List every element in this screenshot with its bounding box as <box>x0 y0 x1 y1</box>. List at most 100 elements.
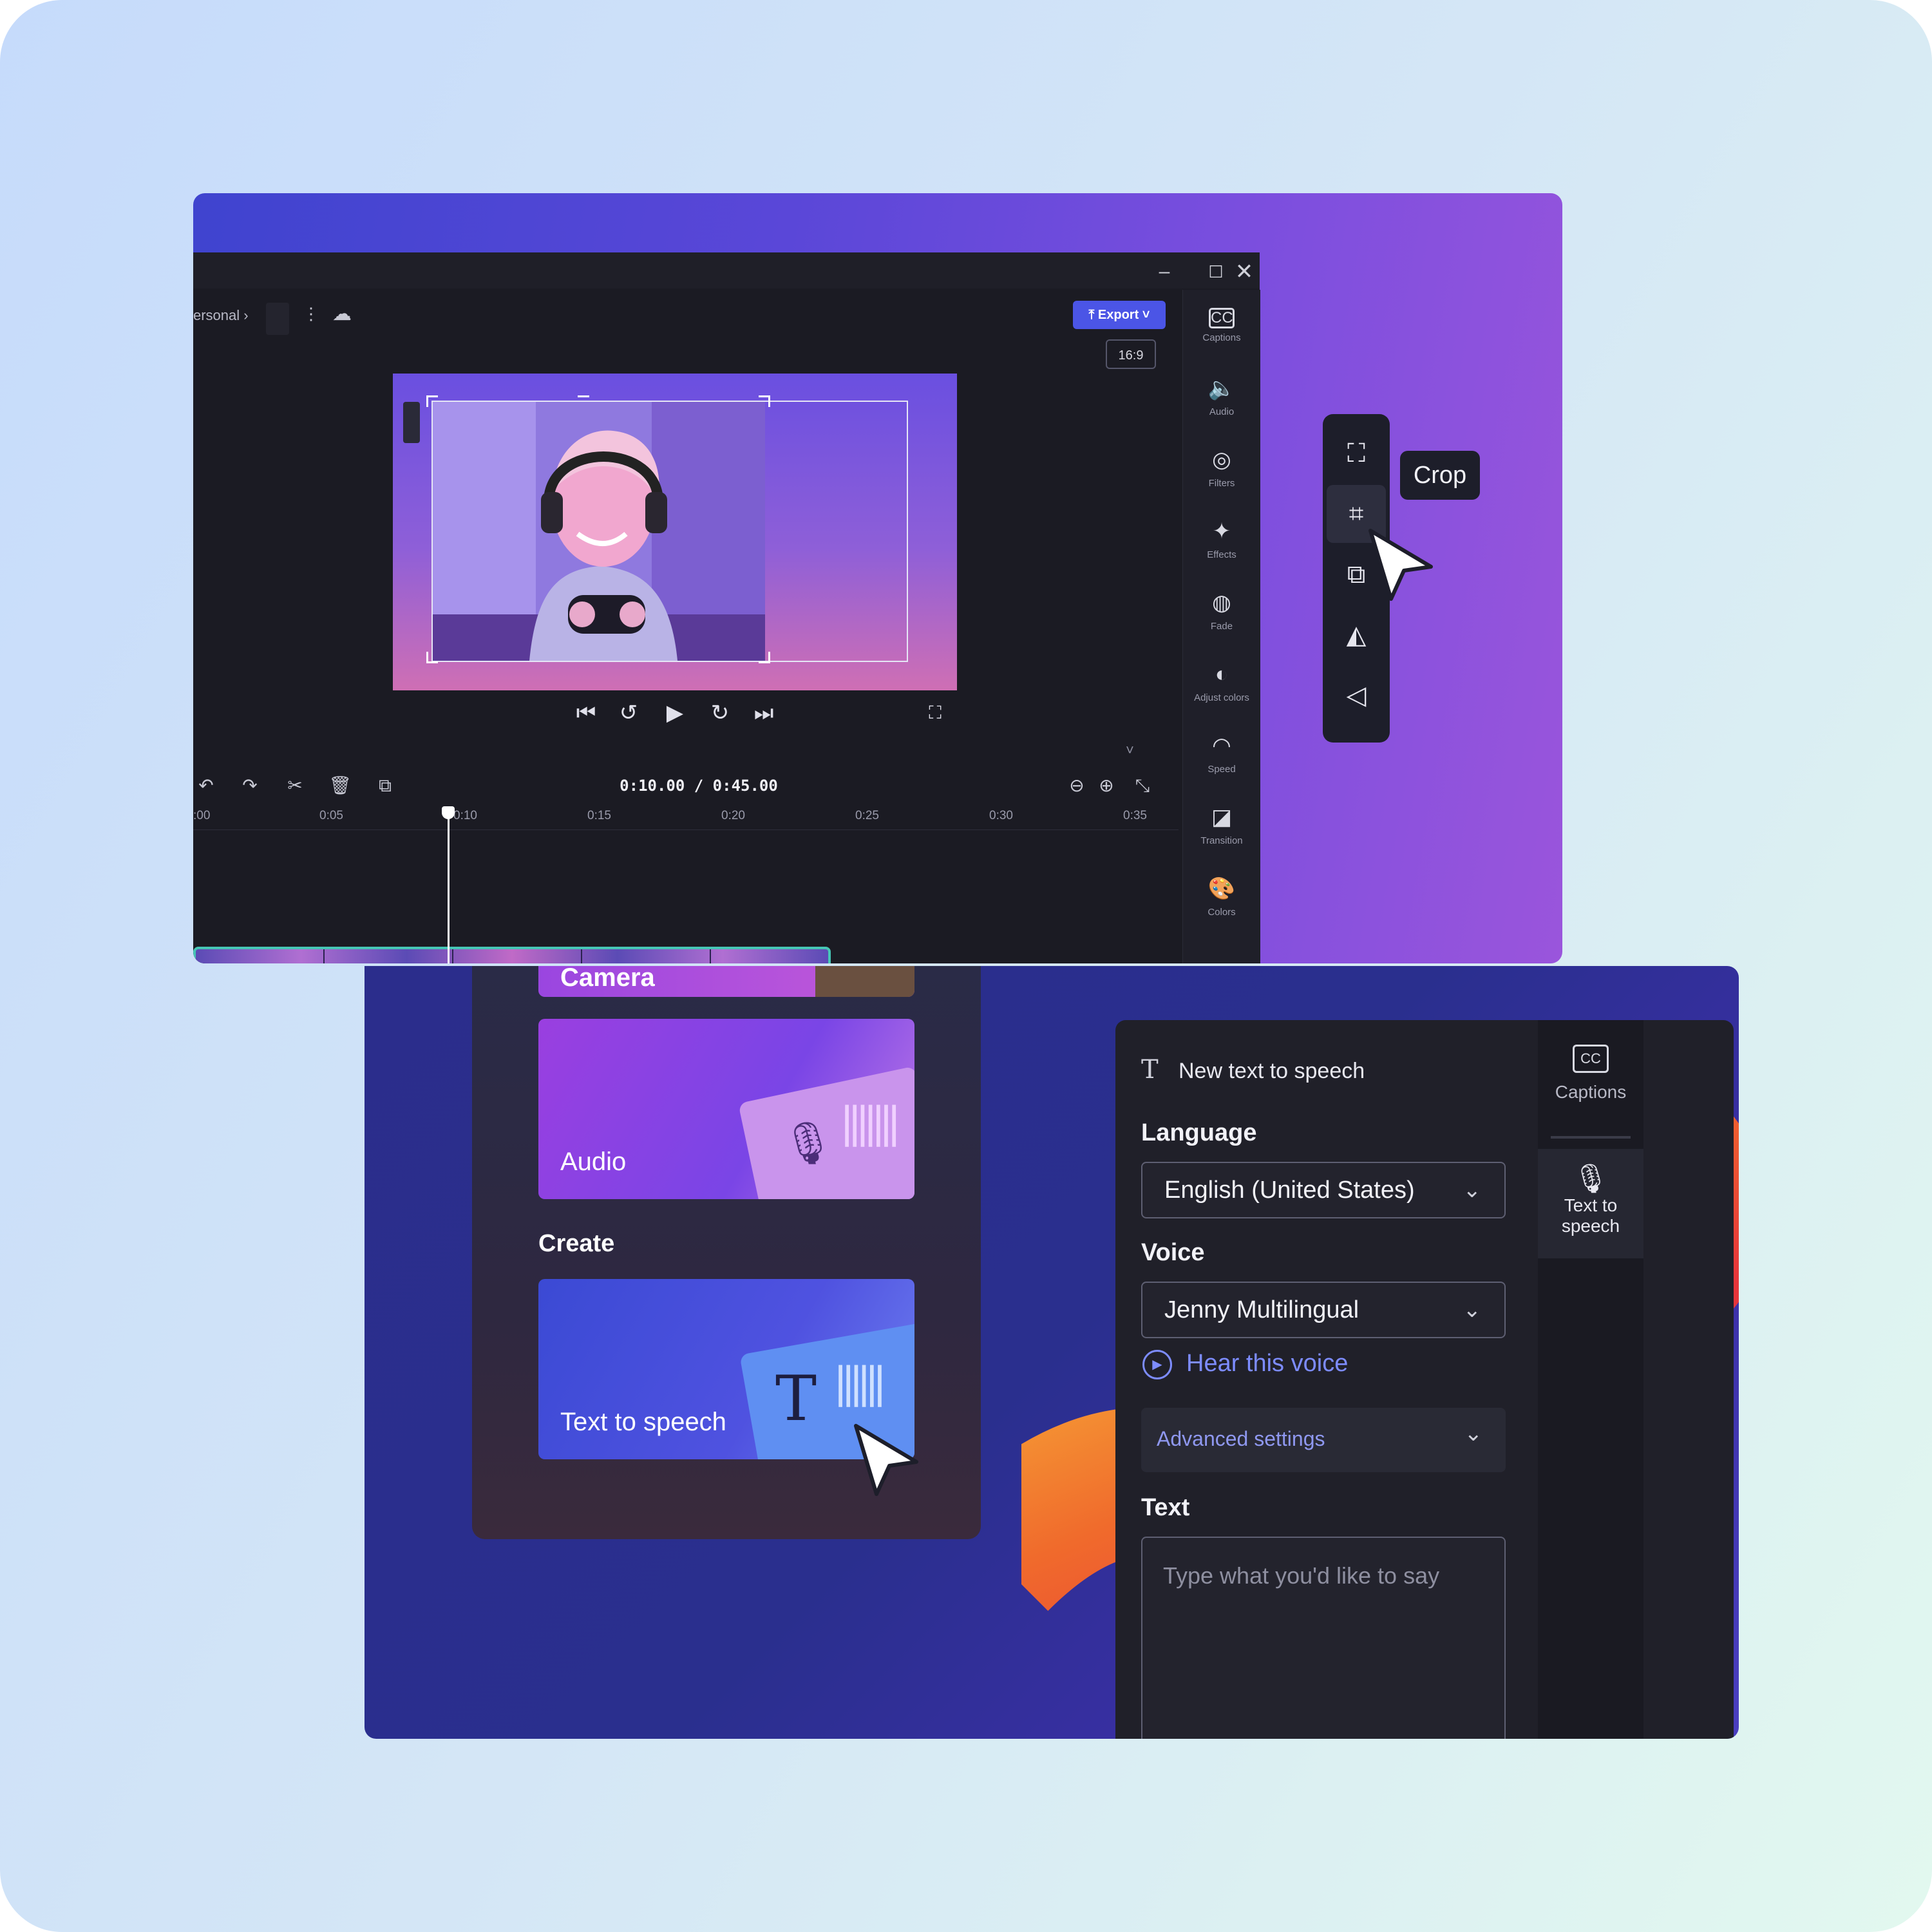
video-clip-track[interactable] <box>193 947 831 963</box>
create-section-title: Create <box>538 1230 615 1257</box>
zoom-out-icon[interactable]: ⊖ <box>1064 773 1090 799</box>
crop-handle-top-right[interactable] <box>759 395 770 407</box>
microphone-icon: 🎙 <box>782 1120 835 1166</box>
collapse-chevron-icon[interactable]: ˅ <box>1126 742 1134 759</box>
camera-tile[interactable]: Camera <box>538 966 914 997</box>
upload-icon: ⤒ <box>1088 308 1098 322</box>
title-bar: – ☐ ✕ <box>193 252 1260 289</box>
panel-item-audio[interactable]: 🔈 Audio <box>1183 374 1260 439</box>
skip-to-start-icon[interactable]: ⏮ <box>572 700 600 726</box>
play-circle-icon[interactable]: ▶ <box>1142 1350 1172 1379</box>
text-label: Text <box>1141 1494 1190 1521</box>
skip-to-end-icon[interactable]: ⏭ <box>750 700 778 726</box>
cloud-sync-icon[interactable]: ☁ <box>332 303 352 325</box>
aspect-ratio-button[interactable]: 16:9 <box>1106 339 1156 369</box>
background: – ☐ ✕ ersonal › ⋮ ☁ ⤒ Export ˅ 16:9 ⏮ ↺ … <box>0 0 1932 1932</box>
language-label: Language <box>1141 1119 1257 1146</box>
advanced-settings-toggle[interactable]: Advanced settings ⌄ <box>1141 1408 1506 1472</box>
filters-icon: ◎ <box>1212 448 1231 472</box>
chevron-down-icon: ⌄ <box>1463 1178 1482 1202</box>
panel-item-colors[interactable]: 🎨 Colors <box>1183 875 1260 939</box>
side-item-captions[interactable]: CC Captions <box>1538 1039 1643 1136</box>
panel-label: Audio <box>1209 406 1235 417</box>
delete-icon[interactable]: 🗑 <box>327 773 353 799</box>
more-options-icon[interactable]: ⋮ <box>303 304 319 324</box>
side-divider <box>1551 1136 1631 1139</box>
timeline-ruler[interactable]: :00 0:05 0:10 0:15 0:20 0:25 0:30 0:35 <box>193 806 1179 830</box>
effects-icon: ✦ <box>1212 519 1231 544</box>
clip-thumbnail <box>325 949 453 963</box>
speed-icon: ◠ <box>1212 734 1231 758</box>
export-label: Export <box>1097 308 1139 322</box>
crop-confirm-controls[interactable] <box>403 402 420 443</box>
tts-mic-sparkle-icon: 🎙 <box>1573 1163 1609 1195</box>
tts-header: New text to speech <box>1179 1059 1365 1083</box>
breadcrumb[interactable]: ersonal › <box>193 307 249 324</box>
rewind-5s-icon[interactable]: ↺ <box>614 700 643 726</box>
tts-side-panel: CC Captions 🎙 Text to speech <box>1538 1020 1643 1739</box>
transition-icon: ◪ <box>1211 805 1233 829</box>
ruler-tick: 0:20 <box>721 809 745 822</box>
voice-value: Jenny Multilingual <box>1164 1296 1359 1323</box>
text-input[interactable]: Type what you'd like to say <box>1141 1537 1506 1739</box>
rotate-icon[interactable]: ◁ <box>1323 667 1390 724</box>
time-display: 0:10.00 / 0:45.00 <box>620 777 778 795</box>
panel-label: Effects <box>1207 549 1236 560</box>
flip-icon[interactable]: ◭ <box>1323 606 1390 664</box>
close-icon[interactable]: ✕ <box>1231 259 1257 285</box>
undo-icon[interactable]: ↶ <box>193 773 219 799</box>
ruler-tick: 0:35 <box>1123 809 1147 822</box>
panel-label: Transition <box>1200 835 1243 846</box>
video-preview[interactable] <box>393 374 957 690</box>
text-placeholder: Type what you'd like to say <box>1163 1562 1440 1589</box>
panel-item-transition[interactable]: ◪ Transition <box>1183 803 1260 867</box>
panel-label: Captions <box>1202 332 1241 343</box>
project-name-field[interactable] <box>266 303 289 335</box>
chevron-right-icon: › <box>243 307 249 323</box>
panel-item-adjust-colors[interactable]: ◐ Adjust colors <box>1183 660 1260 724</box>
add-media-icon[interactable]: ⧉ <box>372 773 398 799</box>
media-library-panel: Camera 🎙 ||||||| Audio Create T |||||| T… <box>472 966 981 1539</box>
colors-icon: 🎨 <box>1208 876 1236 901</box>
panel-item-filters[interactable]: ◎ Filters <box>1183 446 1260 510</box>
text-t-icon: T <box>775 1363 817 1435</box>
playhead-handle[interactable] <box>442 806 455 819</box>
audio-tile[interactable]: 🎙 ||||||| Audio <box>538 1019 914 1199</box>
waveform-icon: |||||| <box>835 1357 886 1407</box>
play-icon[interactable]: ▶ <box>661 700 689 726</box>
zoom-in-icon[interactable]: ⊕ <box>1094 773 1119 799</box>
panel-item-captions[interactable]: CC Captions <box>1183 303 1260 367</box>
breadcrumb-label: ersonal <box>193 307 240 323</box>
split-icon[interactable]: ✂ <box>282 773 308 799</box>
crop-handle-top-left[interactable] <box>426 395 438 407</box>
ruler-tick: 0:10 <box>453 809 477 822</box>
forward-5s-icon[interactable]: ↻ <box>706 700 734 726</box>
panel-item-speed[interactable]: ◠ Speed <box>1183 732 1260 796</box>
crop-handle-top[interactable] <box>578 395 589 407</box>
fit-icon[interactable]: ⛶ <box>1323 424 1390 482</box>
fit-timeline-icon[interactable]: ⤡ <box>1130 773 1155 799</box>
export-button[interactable]: ⤒ Export ˅ <box>1073 301 1166 329</box>
panel-item-effects[interactable]: ✦ Effects <box>1183 517 1260 582</box>
minimize-icon[interactable]: – <box>1151 259 1177 285</box>
clip-thumbnail <box>711 949 828 963</box>
hear-voice-link[interactable]: Hear this voice <box>1186 1350 1348 1378</box>
crop-frame[interactable] <box>431 401 908 662</box>
fade-icon: ◍ <box>1212 591 1231 615</box>
ruler-tick: :00 <box>193 809 211 822</box>
crop-handle-bottom-right[interactable] <box>759 652 770 663</box>
chevron-down-icon: ⌄ <box>1463 1298 1482 1322</box>
captions-icon: CC <box>1209 308 1235 328</box>
maximize-icon[interactable]: ☐ <box>1203 259 1229 285</box>
panel-item-fade[interactable]: ◍ Fade <box>1183 589 1260 653</box>
crop-handle-bottom-left[interactable] <box>426 652 438 663</box>
tts-form: T New text to speech Language English (U… <box>1115 1020 1538 1739</box>
panel-label: Filters <box>1208 478 1235 489</box>
language-dropdown[interactable]: English (United States) ⌄ <box>1141 1162 1506 1218</box>
voice-dropdown[interactable]: Jenny Multilingual ⌄ <box>1141 1282 1506 1338</box>
redo-icon[interactable]: ↷ <box>237 773 263 799</box>
panel-label: Speed <box>1208 764 1236 775</box>
playhead[interactable] <box>448 809 450 963</box>
side-item-tts[interactable]: 🎙 Text to speech <box>1538 1149 1643 1258</box>
fullscreen-icon[interactable]: ⛶ <box>921 700 949 726</box>
